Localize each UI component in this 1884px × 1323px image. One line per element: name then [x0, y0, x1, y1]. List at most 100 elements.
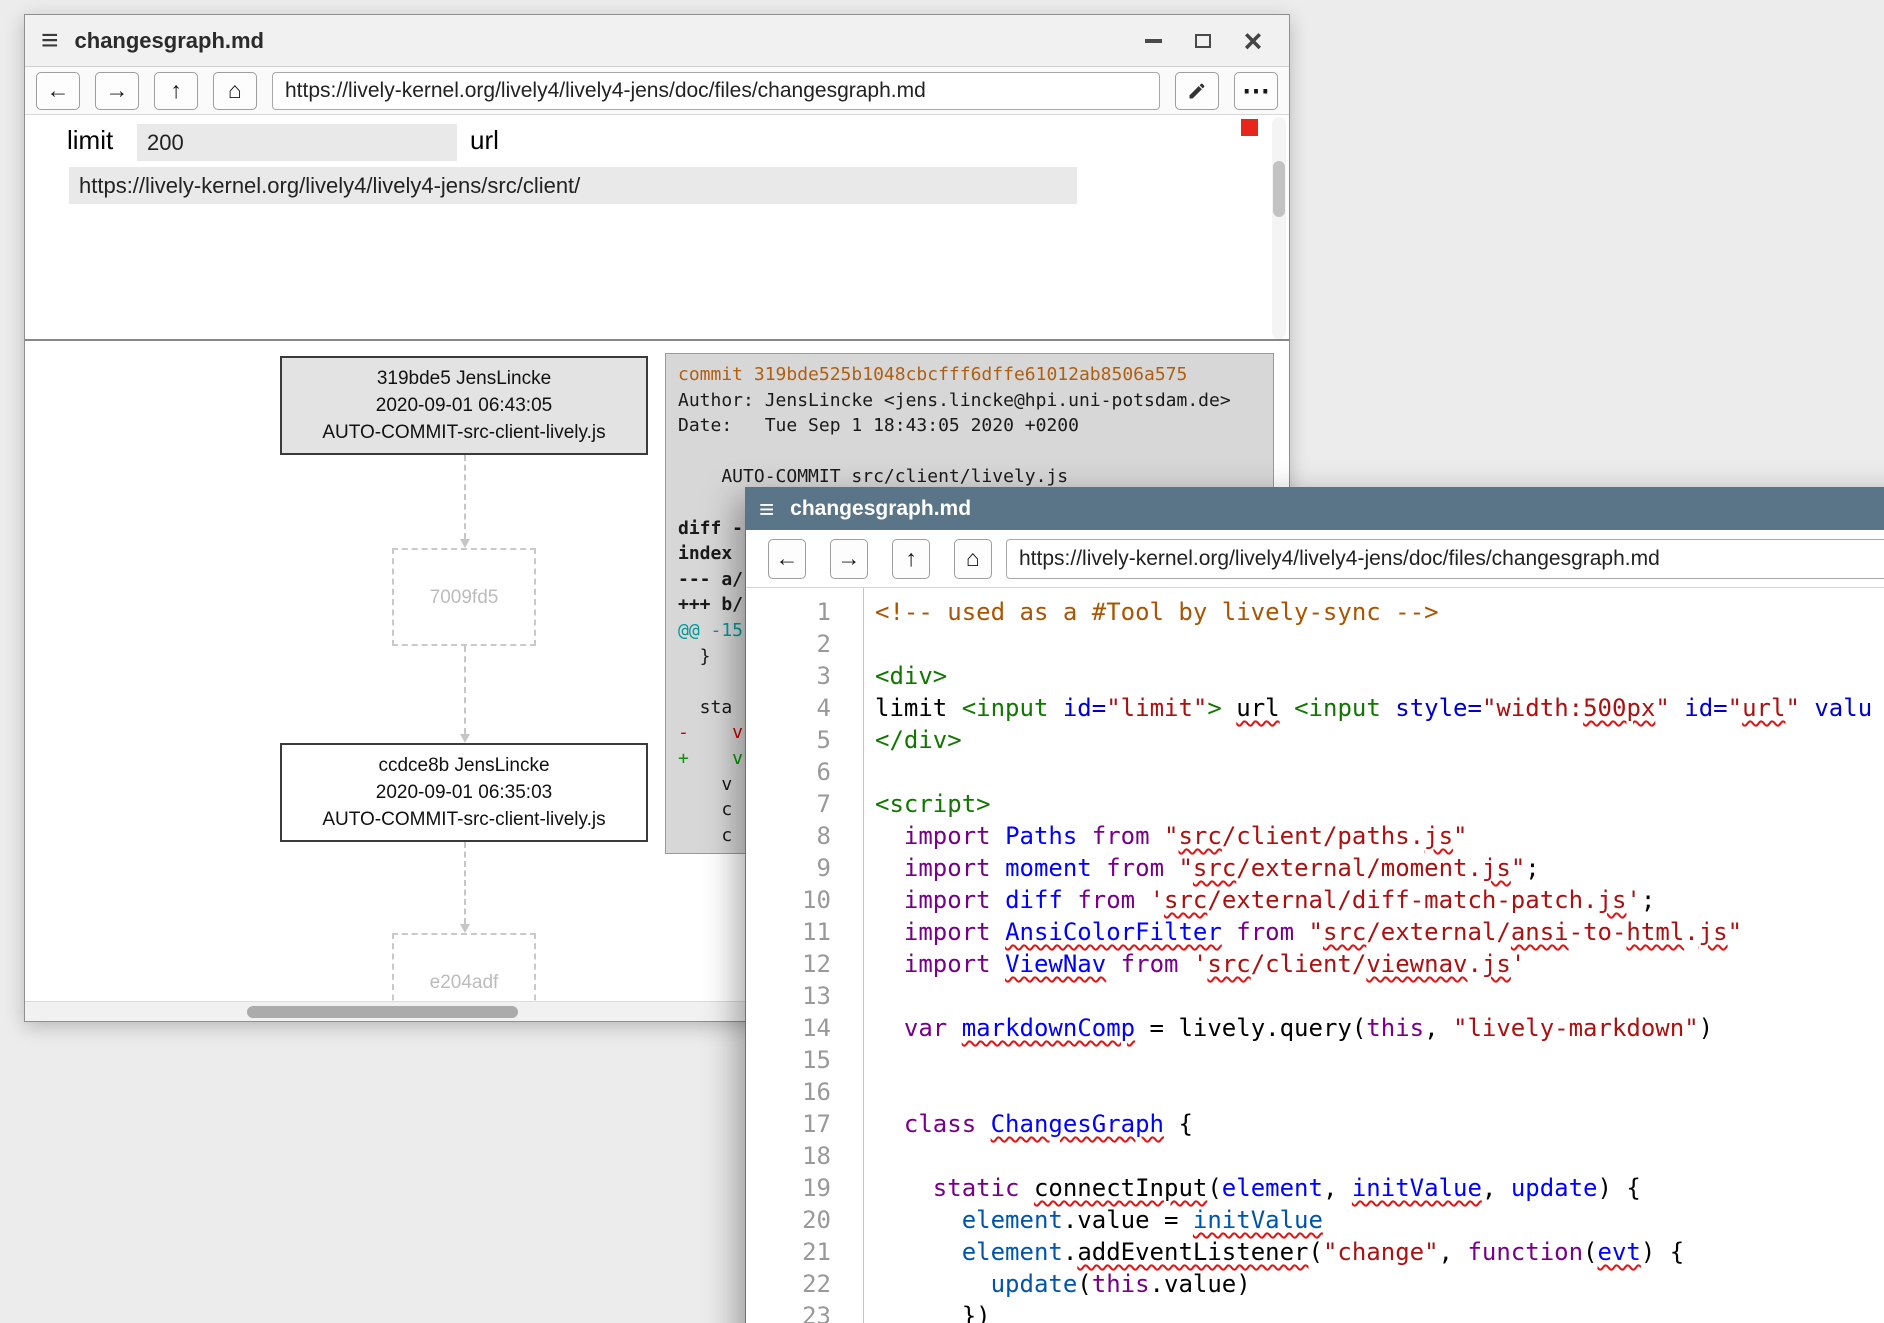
code-line[interactable]: 17 class ChangesGraph {	[746, 1108, 1884, 1140]
diff-line: Author: JensLincke <jens.lincke@hpi.uni-…	[678, 388, 1261, 414]
code-line[interactable]: 1<!-- used as a #Tool by lively-sync -->	[746, 596, 1884, 628]
window-titlebar-active[interactable]: ≡ changesgraph.md	[746, 488, 1884, 530]
code-line[interactable]: 21 element.addEventListener("change", fu…	[746, 1236, 1884, 1268]
code-text	[864, 756, 875, 788]
code-line[interactable]: 18	[746, 1140, 1884, 1172]
graph-node[interactable]: 319bde5 JensLincke2020-09-01 06:43:05AUT…	[280, 356, 648, 455]
line-number: 15	[746, 1044, 864, 1076]
code-line[interactable]: 15	[746, 1044, 1884, 1076]
line-number: 1	[746, 596, 864, 628]
code-token: js	[1699, 918, 1728, 946]
horizontal-scrollbar-thumb[interactable]	[247, 1006, 518, 1018]
code-line[interactable]: 19 static connectInput(element, initValu…	[746, 1172, 1884, 1204]
code-token: "	[1511, 854, 1525, 882]
code-token: element	[962, 1206, 1063, 1234]
code-line[interactable]: 5 </div>	[746, 724, 1884, 756]
code-line[interactable]: 22 update(this.value)	[746, 1268, 1884, 1300]
address-url-input[interactable]	[1006, 539, 1884, 579]
code-line[interactable]: 13	[746, 980, 1884, 1012]
code-token: src	[1323, 918, 1366, 946]
line-number: 17	[746, 1108, 864, 1140]
line-number: 5	[746, 724, 864, 756]
line-number: 22	[746, 1268, 864, 1300]
code-token: js	[1424, 822, 1453, 850]
code-token: .value =	[1063, 1206, 1193, 1234]
code-token: (	[1207, 1174, 1221, 1202]
code-token	[875, 1174, 933, 1202]
code-text: var markdownComp = lively.query(this, "l…	[864, 1012, 1713, 1044]
code-line[interactable]: 3<div>	[746, 660, 1884, 692]
code-token: .	[1467, 950, 1481, 978]
code-line[interactable]: 2	[746, 628, 1884, 660]
code-token: <input	[1294, 694, 1395, 722]
code-token: update	[991, 1270, 1078, 1298]
code-line[interactable]: 23 })	[746, 1300, 1884, 1323]
code-line[interactable]: 12 import ViewNav from 'src/client/viewn…	[746, 948, 1884, 980]
graph-arrow-down-icon	[464, 646, 466, 734]
hamburger-menu-icon[interactable]: ≡	[759, 496, 774, 522]
code-token	[875, 1110, 904, 1138]
code-line[interactable]: 6	[746, 756, 1884, 788]
window-titlebar[interactable]: ≡ changesgraph.md ×	[25, 15, 1289, 67]
code-line[interactable]: 16	[746, 1076, 1884, 1108]
code-editor[interactable]: 1<!-- used as a #Tool by lively-sync -->…	[746, 588, 1884, 1323]
code-line[interactable]: 11 import AnsiColorFilter from "src/exte…	[746, 916, 1884, 948]
graph-node[interactable]: ccdce8b JensLincke2020-09-01 06:35:03AUT…	[280, 743, 648, 842]
up-button[interactable]: ↑	[892, 539, 930, 579]
code-text: limit <input id="limit"> url <input styl…	[864, 692, 1872, 724]
line-number: 6	[746, 756, 864, 788]
line-number: 10	[746, 884, 864, 916]
address-url-input[interactable]	[272, 72, 1160, 110]
code-token	[1164, 854, 1178, 882]
code-line[interactable]: 9 import moment from "src/external/momen…	[746, 852, 1884, 884]
code-token	[1092, 854, 1106, 882]
code-line[interactable]: 20 element.value = initValue	[746, 1204, 1884, 1236]
code-token: viewnav	[1366, 950, 1467, 978]
home-button[interactable]: ⌂	[213, 72, 257, 110]
graph-node-text: 7009fd5	[430, 584, 499, 611]
code-line[interactable]: 14 var markdownComp = lively.query(this,…	[746, 1012, 1884, 1044]
code-token: "	[1309, 918, 1323, 946]
line-number: 19	[746, 1172, 864, 1204]
code-token: src	[1193, 854, 1236, 882]
code-token: "lively-markdown"	[1453, 1014, 1699, 1042]
hamburger-menu-icon[interactable]: ≡	[41, 26, 59, 56]
more-button[interactable]: ⋯	[1234, 72, 1278, 110]
code-token: id=	[1063, 694, 1106, 722]
code-token: from	[1236, 918, 1294, 946]
code-token	[991, 822, 1005, 850]
code-token	[976, 1110, 990, 1138]
code-text: import ViewNav from 'src/client/viewnav.…	[864, 948, 1525, 980]
line-number: 9	[746, 852, 864, 884]
line-number: 7	[746, 788, 864, 820]
code-token: import	[904, 822, 991, 850]
code-line[interactable]: 4limit <input id="limit"> url <input sty…	[746, 692, 1884, 724]
close-button[interactable]: ×	[1241, 29, 1265, 53]
code-token: (	[1583, 1238, 1597, 1266]
code-token: ,	[1439, 1238, 1468, 1266]
forward-button[interactable]: →	[830, 539, 868, 579]
home-button[interactable]: ⌂	[954, 539, 992, 579]
code-token: /external/	[1366, 918, 1511, 946]
maximize-button[interactable]	[1191, 29, 1215, 53]
minimize-button[interactable]	[1141, 29, 1165, 53]
graph-node[interactable]: 7009fd5	[392, 548, 536, 646]
code-token: </div>	[875, 726, 962, 754]
code-text: })	[864, 1300, 991, 1323]
back-button[interactable]: ←	[36, 72, 80, 110]
code-line[interactable]: 7<script>	[746, 788, 1884, 820]
code-text	[864, 1044, 875, 1076]
code-token: from	[1077, 886, 1135, 914]
code-token	[1280, 694, 1294, 722]
line-number: 14	[746, 1012, 864, 1044]
forward-button[interactable]: →	[95, 72, 139, 110]
code-text: import AnsiColorFilter from "src/externa…	[864, 916, 1742, 948]
code-token: "	[1453, 822, 1467, 850]
code-line[interactable]: 8 import Paths from "src/client/paths.js…	[746, 820, 1884, 852]
edit-button[interactable]	[1175, 72, 1219, 110]
graph-arrow-down-icon	[464, 842, 466, 924]
up-button[interactable]: ↑	[154, 72, 198, 110]
code-line[interactable]: 10 import diff from 'src/external/diff-m…	[746, 884, 1884, 916]
back-button[interactable]: ←	[768, 539, 806, 579]
code-token: import	[904, 918, 991, 946]
